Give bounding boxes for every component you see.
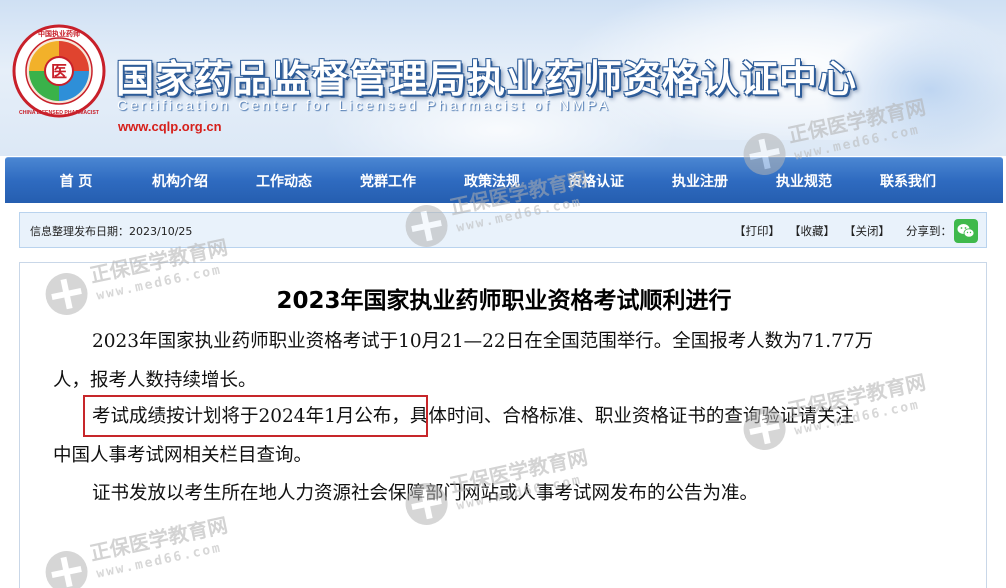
nav-item-home[interactable]: 首 页 [24,171,128,191]
site-logo[interactable]: 医 中国执业药师 CHINA LICENSED PHARMACIST [12,24,106,118]
main-nav: 首 页 机构介绍 工作动态 党群工作 政策法规 资格认证 执业注册 执业规范 联… [5,157,1003,203]
site-title: 国家药品监督管理局执业药师资格认证中心 [116,57,858,101]
article-title: 2023年国家执业药师职业资格考试顺利进行 [276,288,732,314]
site-url-link[interactable]: www.cqlp.org.cn [118,119,222,134]
article-info-bar: 信息整理发布日期：2023/10/25 【打印】 【收藏】 【关闭】 分享到： [19,212,987,248]
article-paragraph-line: 人，报考人数持续增长。 [53,370,257,391]
wechat-icon [957,224,975,238]
site-header: 医 中国执业药师 CHINA LICENSED PHARMACIST 国家药品监… [0,0,1006,156]
print-link[interactable]: 【打印】 [734,223,780,239]
wechat-share-button[interactable] [954,219,978,243]
site-subtitle: Certification Center for Licensed Pharma… [117,97,611,113]
favorite-link[interactable]: 【收藏】 [789,223,835,239]
nav-item-certification[interactable]: 资格认证 [544,171,648,191]
nav-item-standards[interactable]: 执业规范 [752,171,856,191]
close-link[interactable]: 【关闭】 [844,223,890,239]
article-paragraph-line: 2023年国家执业药师职业资格考试于10月21—22日在全国范围举行。全国报考人… [92,331,874,352]
logo-top-text: 中国执业药师 [38,29,80,38]
nav-item-news[interactable]: 工作动态 [232,171,336,191]
logo-center-text: 医 [51,62,67,81]
article-paragraph-line: 考试成绩按计划将于2024年1月公布，具体时间、合格标准、职业资格证书的查询验证… [92,406,854,427]
nav-item-party[interactable]: 党群工作 [336,171,440,191]
article-body: 2023年国家执业药师职业资格考试顺利进行 2023年国家执业药师职业资格考试于… [19,262,987,588]
nav-item-registration[interactable]: 执业注册 [648,171,752,191]
nav-item-contact[interactable]: 联系我们 [856,171,960,191]
article-paragraph-line: 中国人事考试网相关栏目查询。 [53,445,313,466]
publish-date: 信息整理发布日期：2023/10/25 [30,225,193,238]
logo-bottom-text: CHINA LICENSED PHARMACIST [19,110,100,116]
share-label: 分享到： [906,224,952,238]
article-paragraph-line: 证书发放以考生所在地人力资源社会保障部门网站或人事考试网发布的公告为准。 [92,483,759,504]
nav-item-policy[interactable]: 政策法规 [440,171,544,191]
nav-item-about[interactable]: 机构介绍 [128,171,232,191]
